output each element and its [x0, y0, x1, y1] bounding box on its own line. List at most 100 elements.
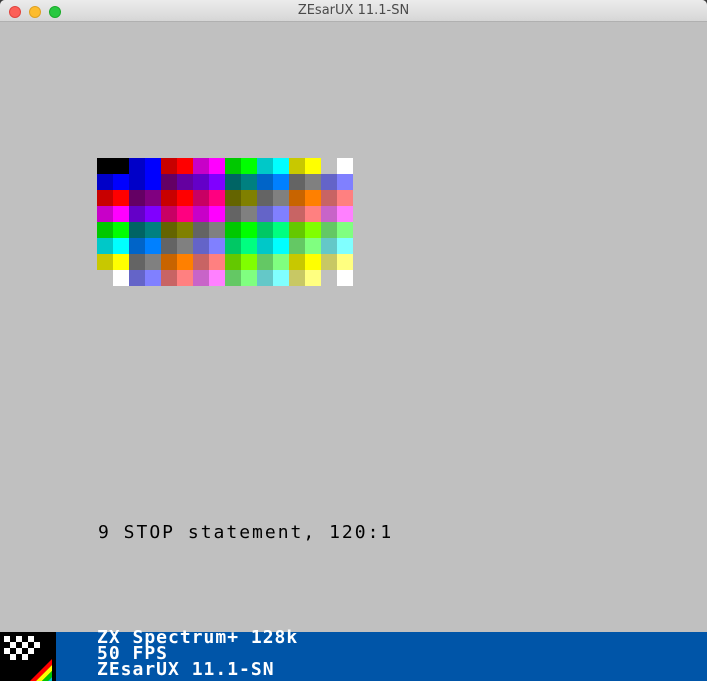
palette-cell [161, 270, 177, 286]
palette-cell [145, 270, 161, 286]
palette-cell [241, 254, 257, 270]
palette-cell [257, 174, 273, 190]
palette-cell [193, 206, 209, 222]
emulator-screen[interactable]: 9 STOP statement, 120:1 [0, 22, 707, 632]
palette-cell [225, 222, 241, 238]
palette-cell [337, 238, 353, 254]
zx-spectrum-rainbow-stripes-icon [0, 632, 56, 681]
palette-cell [241, 190, 257, 206]
window-title: ZEsarUX 11.1-SN [297, 3, 410, 18]
palette-cell [145, 238, 161, 254]
palette-cell [129, 254, 145, 270]
palette-cell [113, 238, 129, 254]
palette-cell [321, 238, 337, 254]
palette-cell [273, 190, 289, 206]
palette-cell [193, 270, 209, 286]
palette-cell [177, 238, 193, 254]
palette-cell [241, 174, 257, 190]
palette-cell [289, 174, 305, 190]
palette-cell [241, 206, 257, 222]
palette-cell [305, 270, 321, 286]
palette-cell [129, 222, 145, 238]
palette-cell [305, 190, 321, 206]
palette-cell [129, 238, 145, 254]
palette-cell [129, 190, 145, 206]
palette-cell [225, 254, 241, 270]
basic-stop-message: 9 STOP statement, 120:1 [98, 522, 394, 543]
palette-cell [193, 254, 209, 270]
palette-cell [305, 222, 321, 238]
palette-cell [289, 254, 305, 270]
palette-cell [337, 174, 353, 190]
palette-cell [145, 158, 161, 174]
palette-cell [225, 238, 241, 254]
palette-cell [97, 174, 113, 190]
palette-cell [177, 190, 193, 206]
palette-cell [161, 174, 177, 190]
palette-cell [305, 206, 321, 222]
palette-cell [257, 254, 273, 270]
palette-cell [289, 206, 305, 222]
palette-cell [97, 222, 113, 238]
palette-cell [337, 190, 353, 206]
palette-cell [273, 222, 289, 238]
palette-cell [177, 206, 193, 222]
palette-cell [225, 190, 241, 206]
color-palette-grid [97, 158, 353, 286]
palette-cell [289, 158, 305, 174]
palette-cell [305, 174, 321, 190]
palette-cell [337, 158, 353, 174]
palette-cell [257, 238, 273, 254]
palette-cell [273, 254, 289, 270]
palette-cell [241, 158, 257, 174]
palette-cell [193, 174, 209, 190]
palette-cell [161, 222, 177, 238]
palette-cell [129, 270, 145, 286]
footer-version: ZEsarUX 11.1-SN [97, 659, 275, 680]
palette-cell [193, 222, 209, 238]
palette-cell [289, 222, 305, 238]
palette-cell [225, 270, 241, 286]
palette-cell [177, 254, 193, 270]
palette-cell [321, 174, 337, 190]
palette-cell [225, 174, 241, 190]
palette-cell [145, 206, 161, 222]
palette-cell [337, 254, 353, 270]
palette-cell [321, 254, 337, 270]
palette-cell [209, 206, 225, 222]
palette-cell [305, 158, 321, 174]
palette-cell [209, 190, 225, 206]
palette-cell [97, 158, 113, 174]
palette-cell [145, 222, 161, 238]
palette-cell [129, 158, 145, 174]
palette-cell [161, 190, 177, 206]
palette-cell [257, 206, 273, 222]
palette-cell [321, 270, 337, 286]
title-bar[interactable]: ZEsarUX 11.1-SN [0, 0, 707, 22]
palette-cell [321, 158, 337, 174]
palette-cell [209, 174, 225, 190]
palette-cell [289, 270, 305, 286]
palette-cell [193, 238, 209, 254]
palette-cell [113, 174, 129, 190]
palette-cell [289, 190, 305, 206]
palette-cell [113, 206, 129, 222]
palette-cell [225, 206, 241, 222]
palette-cell [337, 222, 353, 238]
palette-cell [177, 158, 193, 174]
palette-cell [273, 158, 289, 174]
palette-cell [257, 222, 273, 238]
palette-cell [321, 222, 337, 238]
palette-cell [97, 190, 113, 206]
emulator-window: ZEsarUX 11.1-SN 9 STOP statement, 120:1 … [0, 0, 707, 681]
palette-cell [145, 254, 161, 270]
palette-cell [113, 254, 129, 270]
palette-cell [225, 158, 241, 174]
palette-cell [257, 190, 273, 206]
palette-cell [209, 158, 225, 174]
palette-cell [161, 238, 177, 254]
palette-cell [337, 206, 353, 222]
palette-cell [177, 222, 193, 238]
palette-cell [97, 254, 113, 270]
palette-cell [273, 206, 289, 222]
